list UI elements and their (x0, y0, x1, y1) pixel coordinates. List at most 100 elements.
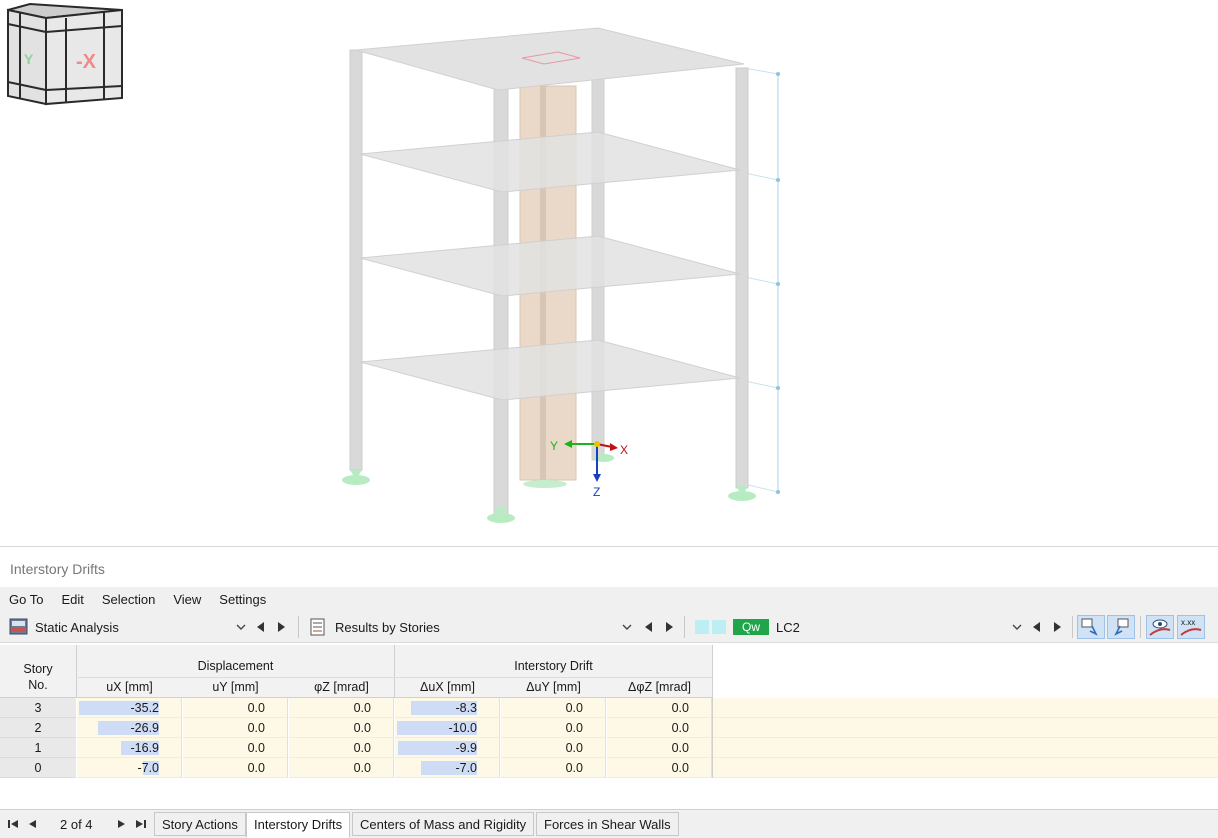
menu-view[interactable]: View (164, 592, 210, 607)
cell-value: -35.2 (130, 701, 160, 715)
prev-results-button[interactable] (642, 618, 656, 636)
table-cell-uy[interactable]: 0.0 (183, 758, 288, 778)
tab-story-actions[interactable]: Story Actions (154, 812, 246, 836)
chevron-down-icon (622, 624, 632, 630)
cell-value: -7.0 (137, 761, 159, 775)
cell-value: 0.0 (353, 761, 371, 775)
menu-settings[interactable]: Settings (210, 592, 275, 607)
cube-neg-x-label: -X (76, 51, 97, 73)
table-cell-duy[interactable]: 0.0 (501, 738, 606, 758)
table-cell-uy[interactable]: 0.0 (183, 698, 288, 718)
tab-centers-of-mass[interactable]: Centers of Mass and Rigidity (352, 812, 535, 836)
cell-value: 0.0 (247, 701, 265, 715)
results-by-value: Results by Stories (335, 619, 440, 635)
next-results-button[interactable] (662, 618, 676, 636)
next-page-icon[interactable] (114, 817, 128, 831)
select-in-table-button[interactable] (1107, 615, 1135, 639)
col-ux[interactable]: uX [mm] (77, 680, 182, 694)
col-duy[interactable]: ΔuY [mm] (501, 680, 606, 694)
3d-viewport[interactable]: Y X Z -X Y (0, 0, 1218, 546)
menu-selection[interactable]: Selection (93, 592, 164, 607)
table-cell-duy[interactable]: 0.0 (501, 698, 606, 718)
story-number-cell[interactable]: 0 (0, 758, 76, 778)
table-cell-ux[interactable]: -26.9 (77, 718, 182, 738)
col-uy[interactable]: uY [mm] (183, 680, 288, 694)
last-page-icon[interactable] (134, 817, 148, 831)
navigation-cube[interactable]: -X Y (0, 0, 130, 110)
select-in-model-button[interactable] (1077, 615, 1105, 639)
story-number-cell[interactable]: 3 (0, 698, 76, 718)
cell-value: 0.0 (671, 701, 689, 715)
next-load-case-button[interactable] (1050, 618, 1064, 636)
table-cell-ux[interactable]: -35.2 (77, 698, 182, 718)
table-cell-dphz[interactable]: 0.0 (607, 698, 712, 718)
table-cell-dux[interactable]: -10.0 (395, 718, 500, 738)
analysis-type-select[interactable]: Static Analysis (4, 616, 254, 638)
table-cell-dux[interactable]: -7.0 (395, 758, 500, 778)
menu-edit[interactable]: Edit (52, 592, 92, 607)
table-cell-uy[interactable]: 0.0 (183, 718, 288, 738)
cell-value: 0.0 (565, 721, 583, 735)
show-results-button[interactable] (1146, 615, 1174, 639)
triangle-left-icon (645, 622, 652, 632)
table-cell-dphz[interactable]: 0.0 (607, 718, 712, 738)
cell-value: -7.0 (455, 761, 477, 775)
col-dux[interactable]: ΔuX [mm] (395, 680, 500, 694)
tab-interstory-drifts[interactable]: Interstory Drifts (246, 812, 351, 838)
svg-text:x.xx: x.xx (1181, 618, 1195, 627)
cell-value: 0.0 (353, 701, 371, 715)
col-phiz[interactable]: φZ [mrad] (289, 680, 394, 694)
analysis-type-value: Static Analysis (35, 619, 119, 635)
row-filler (713, 758, 1218, 778)
next-analysis-button[interactable] (274, 618, 288, 636)
triangle-right-icon (666, 622, 673, 632)
table-cell-dux[interactable]: -9.9 (395, 738, 500, 758)
results-by-select[interactable]: Results by Stories (304, 616, 640, 638)
table-cell-dux[interactable]: -8.3 (395, 698, 500, 718)
first-page-icon[interactable] (6, 817, 20, 831)
table-cell-ux[interactable]: -16.9 (77, 738, 182, 758)
page-indicator: 2 of 4 (60, 817, 93, 832)
chevron-down-icon (1012, 624, 1022, 630)
table-cell-dphz[interactable]: 0.0 (607, 758, 712, 778)
table-cell-duy[interactable]: 0.0 (501, 758, 606, 778)
col-dphiz[interactable]: ΔφZ [mrad] (607, 680, 712, 694)
triangle-left-icon (1033, 622, 1040, 632)
prev-analysis-button[interactable] (254, 618, 268, 636)
menu-go-to[interactable]: Go To (0, 592, 52, 607)
story-number-cell[interactable]: 1 (0, 738, 76, 758)
cell-value: -8.3 (455, 701, 477, 715)
z-axis-label: Z (593, 485, 600, 499)
x-axis-label: X (620, 443, 628, 457)
cell-value: 0.0 (353, 741, 371, 755)
table-cell-dphz[interactable]: 0.0 (607, 738, 712, 758)
story-number-cell[interactable]: 2 (0, 718, 76, 738)
tab-forces-in-shear-walls[interactable]: Forces in Shear Walls (536, 812, 679, 836)
static-analysis-icon (9, 618, 28, 635)
table-cell-phz[interactable]: 0.0 (289, 758, 394, 778)
prev-page-icon[interactable] (26, 817, 40, 831)
toolbar: Static Analysis Results by Stories Qw LC… (0, 611, 1218, 643)
table-cell-phz[interactable]: 0.0 (289, 738, 394, 758)
displacement-group-header: Displacement (77, 659, 394, 673)
cell-value: 0.0 (671, 721, 689, 735)
table-cell-phz[interactable]: 0.0 (289, 718, 394, 738)
row-filler (713, 698, 1218, 718)
prev-load-case-button[interactable] (1030, 618, 1044, 636)
chevron-down-icon (236, 624, 246, 630)
table-cell-ux[interactable]: -7.0 (77, 758, 182, 778)
cell-value: 0.0 (247, 741, 265, 755)
table-cell-phz[interactable]: 0.0 (289, 698, 394, 718)
cell-value: 0.0 (671, 761, 689, 775)
load-case-select[interactable]: Qw LC2 (690, 616, 1030, 638)
table-cell-uy[interactable]: 0.0 (183, 738, 288, 758)
drift-group-header: Interstory Drift (395, 659, 712, 673)
triangle-right-icon (278, 622, 285, 632)
cell-value: -9.9 (455, 741, 477, 755)
cell-value: 0.0 (353, 721, 371, 735)
show-values-button[interactable]: x.xx (1177, 615, 1205, 639)
table-cell-duy[interactable]: 0.0 (501, 718, 606, 738)
panel-title: Interstory Drifts (10, 561, 105, 577)
cell-value: 0.0 (247, 761, 265, 775)
eye-icon (1149, 619, 1171, 636)
